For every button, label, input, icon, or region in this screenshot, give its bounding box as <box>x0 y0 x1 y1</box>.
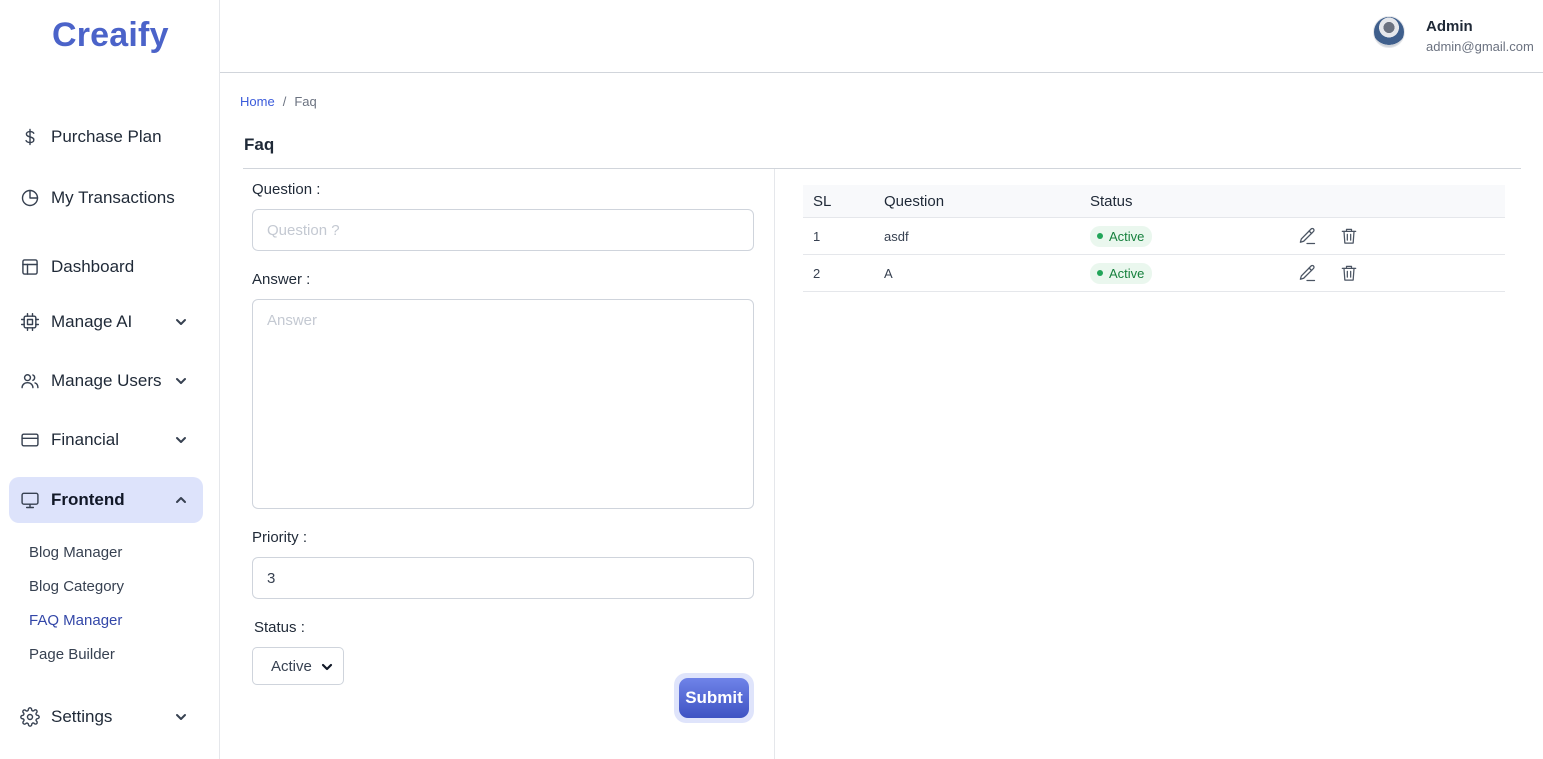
status-badge-label: Active <box>1109 265 1145 281</box>
sidebar-item-settings[interactable]: Settings <box>9 694 203 740</box>
chevron-down-icon <box>173 432 189 448</box>
answer-label: Answer : <box>252 271 311 288</box>
cell-question: A <box>884 265 893 281</box>
answer-textarea[interactable] <box>252 299 754 509</box>
pie-chart-icon <box>19 187 41 209</box>
breadcrumb-separator: / <box>282 94 287 109</box>
status-dot <box>1097 270 1103 276</box>
status-select-value: Active <box>271 657 312 675</box>
priority-label: Priority : <box>252 529 308 546</box>
avatar[interactable] <box>1373 16 1405 48</box>
priority-input[interactable] <box>252 557 754 599</box>
users-icon <box>19 370 41 392</box>
table-row: 2 A Active <box>803 255 1505 292</box>
user-name[interactable]: Admin <box>1426 18 1473 35</box>
breadcrumb: Home / Faq <box>240 94 317 109</box>
breadcrumb-current: Faq <box>294 94 317 109</box>
chevron-down-icon <box>173 373 189 389</box>
sidebar: Creaify Purchase Plan My Transactions Da… <box>0 0 220 759</box>
question-input[interactable] <box>252 209 754 251</box>
column-header-sl: SL <box>813 192 832 210</box>
sidebar-item-my-transactions[interactable]: My Transactions <box>9 175 203 221</box>
sidebar-item-label: Dashboard <box>51 257 135 276</box>
edit-icon[interactable] <box>1297 226 1317 246</box>
faq-table: SL Question Status 1 asdf Active 2 A Act… <box>803 185 1505 292</box>
sidebar-subitem-faq-manager[interactable]: FAQ Manager <box>29 612 122 629</box>
layout-icon <box>19 256 41 278</box>
sidebar-item-purchase-plan[interactable]: Purchase Plan <box>9 114 203 160</box>
brand-logo[interactable]: Creaify <box>52 16 169 55</box>
gear-icon <box>19 706 41 728</box>
page-title: Faq <box>244 135 275 154</box>
sidebar-item-label: Manage Users <box>51 371 162 390</box>
status-label: Status : <box>254 619 305 636</box>
sidebar-item-financial[interactable]: Financial <box>9 417 203 463</box>
sidebar-item-manage-ai[interactable]: Manage AI <box>9 299 203 345</box>
status-dot <box>1097 233 1103 239</box>
sidebar-item-label: Purchase Plan <box>51 127 162 146</box>
sidebar-item-manage-users[interactable]: Manage Users <box>9 358 203 404</box>
sidebar-item-label: Settings <box>51 707 113 726</box>
chevron-down-icon <box>320 660 334 674</box>
status-badge: Active <box>1090 225 1153 247</box>
user-email: admin@gmail.com <box>1426 39 1534 54</box>
table-header: SL Question Status <box>803 185 1505 218</box>
status-badge: Active <box>1090 262 1153 284</box>
dollar-icon <box>19 126 41 148</box>
chevron-down-icon <box>173 709 189 725</box>
sidebar-item-label: My Transactions <box>51 188 175 207</box>
sidebar-item-label: Frontend <box>51 490 125 509</box>
edit-icon[interactable] <box>1297 263 1317 283</box>
question-label: Question : <box>252 181 321 198</box>
cell-question: asdf <box>884 228 909 244</box>
trash-icon[interactable] <box>1339 226 1359 246</box>
panel-divider <box>774 169 775 759</box>
cell-sl: 1 <box>813 228 821 244</box>
top-bar <box>220 0 1543 73</box>
trash-icon[interactable] <box>1339 263 1359 283</box>
status-badge-label: Active <box>1109 228 1145 244</box>
sidebar-item-frontend[interactable]: Frontend <box>9 477 203 523</box>
sidebar-item-label: Manage AI <box>51 312 133 331</box>
cpu-icon <box>19 311 41 333</box>
title-divider <box>243 168 1521 169</box>
submit-button[interactable]: Submit <box>679 678 749 718</box>
sidebar-item-label: Financial <box>51 430 120 449</box>
sidebar-subitem-page-builder[interactable]: Page Builder <box>29 646 115 663</box>
monitor-icon <box>19 489 41 511</box>
chevron-down-icon <box>173 314 189 330</box>
sidebar-subitem-blog-category[interactable]: Blog Category <box>29 578 124 595</box>
column-header-status: Status <box>1090 192 1133 210</box>
sidebar-subitem-blog-manager[interactable]: Blog Manager <box>29 544 122 561</box>
column-header-question: Question <box>884 192 945 210</box>
sidebar-item-dashboard[interactable]: Dashboard <box>9 244 203 290</box>
breadcrumb-home-link[interactable]: Home <box>240 94 275 109</box>
status-select[interactable]: Active <box>252 647 344 685</box>
chevron-up-icon <box>173 492 189 508</box>
credit-card-icon <box>19 429 41 451</box>
cell-sl: 2 <box>813 265 821 281</box>
table-row: 1 asdf Active <box>803 218 1505 255</box>
submit-button-focus-ring: Submit <box>674 673 754 723</box>
